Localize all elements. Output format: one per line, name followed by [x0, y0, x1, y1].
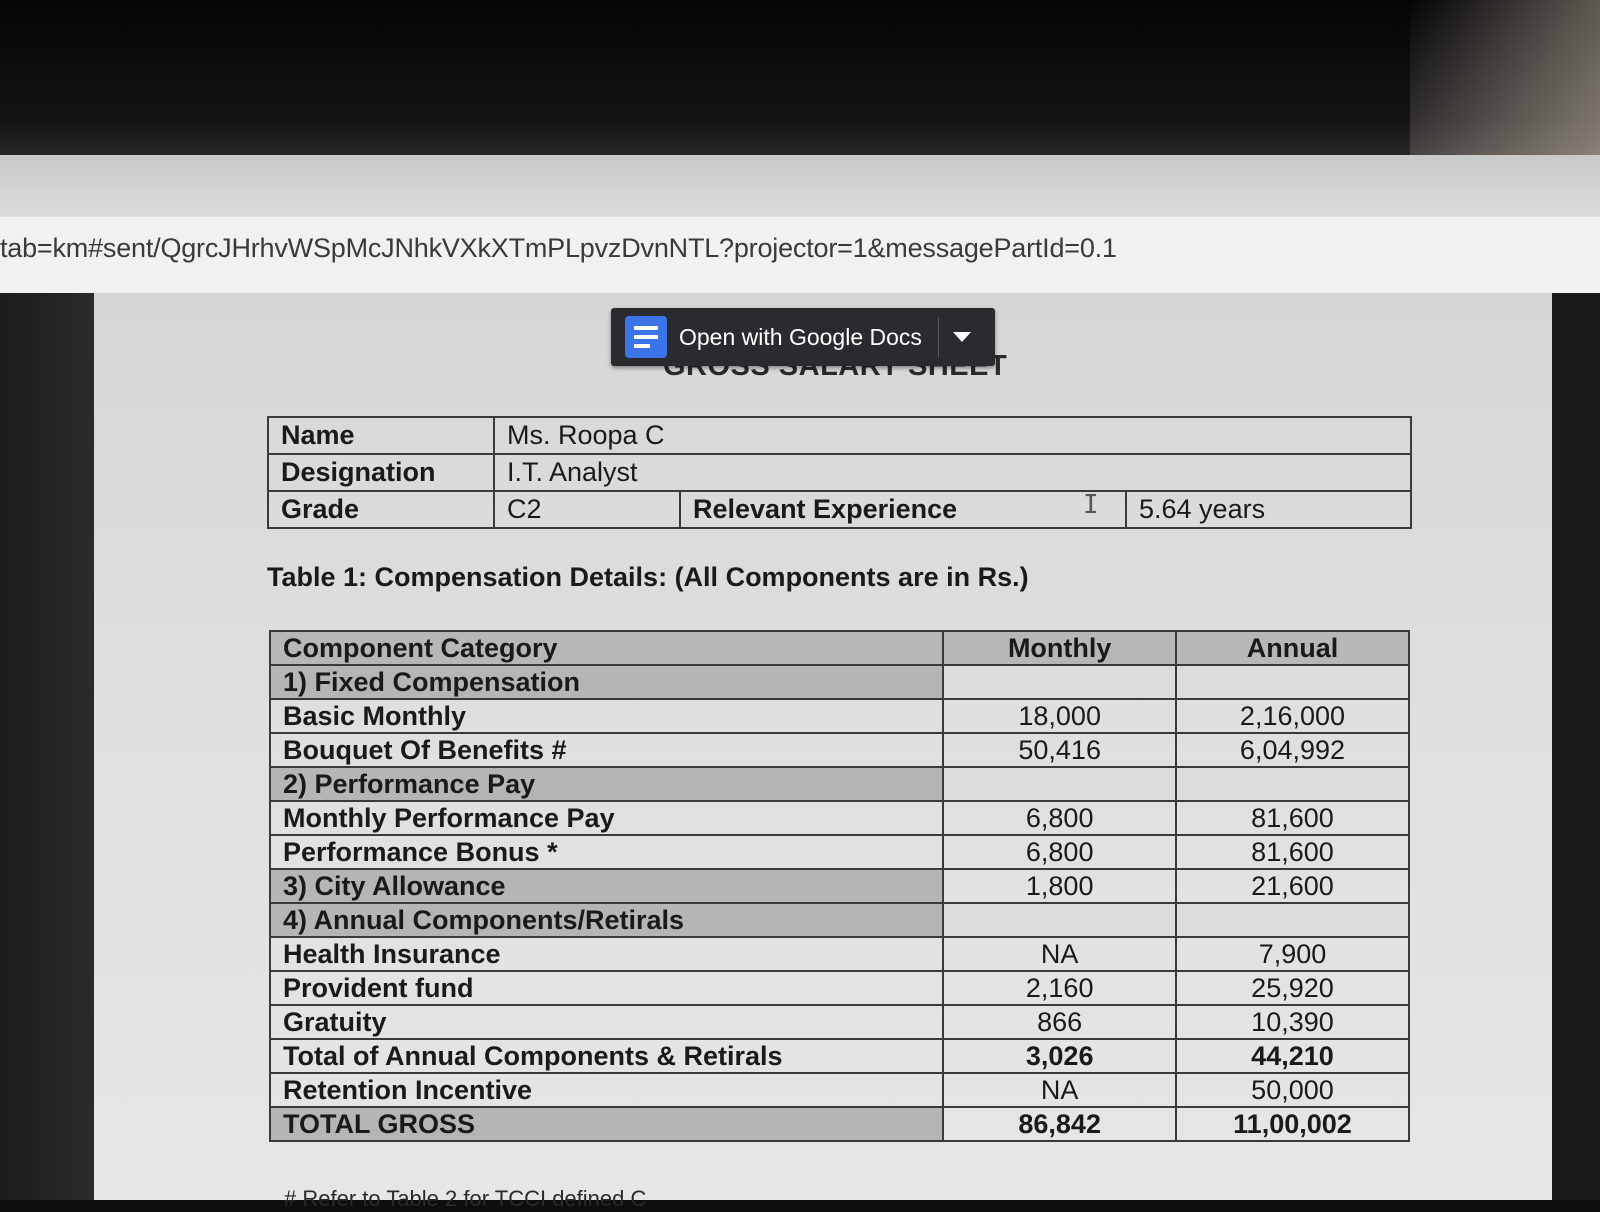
row-category: 2) Performance Pay — [268, 766, 945, 802]
table-row: Monthly Performance Pay 6,800 81,600 — [268, 800, 1411, 836]
text-cursor-icon: I — [1083, 490, 1099, 520]
viewer-right-edge — [1552, 293, 1600, 1200]
table-row: 2) Performance Pay — [268, 766, 1411, 802]
info-row-name: Name Ms. Roopa C — [267, 416, 1412, 455]
monitor-bezel — [0, 0, 1600, 160]
name-label: Name — [267, 416, 495, 455]
row-monthly: 1,800 — [942, 868, 1177, 904]
info-row-designation: Designation I.T. Analyst — [267, 453, 1412, 492]
url-text[interactable]: tab=km#sent/QgrcJHrhvWSpMcJNhkVXkXTmPLpv… — [0, 233, 1117, 264]
table-row: 4) Annual Components/Retirals — [268, 902, 1411, 938]
grade-value: C2 — [493, 490, 681, 529]
row-category: 3) City Allowance — [268, 868, 945, 904]
compensation-table: Component Category Monthly Annual 1) Fix… — [268, 630, 1411, 1142]
table-row: Performance Bonus * 6,800 81,600 — [268, 834, 1411, 870]
row-annual — [1174, 766, 1411, 802]
table-row: 3) City Allowance 1,800 21,600 — [268, 868, 1411, 904]
row-annual: 10,390 — [1174, 1004, 1411, 1040]
row-monthly: 866 — [942, 1004, 1177, 1040]
row-annual: 21,600 — [1174, 868, 1411, 904]
row-annual: 50,000 — [1174, 1072, 1411, 1108]
row-monthly: 3,026 — [942, 1038, 1177, 1074]
row-monthly — [942, 664, 1177, 700]
info-row-grade: Grade C2 Relevant Experience 5.64 years — [267, 490, 1412, 529]
row-annual: 2,16,000 — [1174, 698, 1411, 734]
row-category: TOTAL GROSS — [268, 1106, 945, 1142]
table-row: Total of Annual Components & Retirals 3,… — [268, 1038, 1411, 1074]
table-row: Health Insurance NA 7,900 — [268, 936, 1411, 972]
row-category: Basic Monthly — [268, 698, 945, 734]
row-category: Bouquet Of Benefits # — [268, 732, 945, 768]
browser-tab-strip — [0, 155, 1600, 217]
row-monthly — [942, 766, 1177, 802]
row-category: Health Insurance — [268, 936, 945, 972]
row-category: Performance Bonus * — [268, 834, 945, 870]
row-category: 1) Fixed Compensation — [268, 664, 945, 700]
row-monthly: NA — [942, 936, 1177, 972]
table-row: Basic Monthly 18,000 2,16,000 — [268, 698, 1411, 734]
row-monthly: NA — [942, 1072, 1177, 1108]
row-category: Total of Annual Components & Retirals — [268, 1038, 945, 1074]
row-monthly: 6,800 — [942, 834, 1177, 870]
table-row: TOTAL GROSS 86,842 11,00,002 — [268, 1106, 1411, 1142]
button-divider — [937, 317, 939, 357]
designation-label: Designation — [267, 453, 495, 492]
row-category: Provident fund — [268, 970, 945, 1006]
row-category: 4) Annual Components/Retirals — [268, 902, 945, 938]
table-row: Bouquet Of Benefits # 50,416 6,04,992 — [268, 732, 1411, 768]
address-bar[interactable]: tab=km#sent/QgrcJHrhvWSpMcJNhkVXkXTmPLpv… — [0, 217, 1600, 295]
row-monthly: 18,000 — [942, 698, 1177, 734]
employee-info-table: Name Ms. Roopa C Designation I.T. Analys… — [267, 416, 1412, 529]
google-docs-icon — [625, 316, 667, 358]
table-header-row: Component Category Monthly Annual — [268, 630, 1411, 666]
row-monthly: 2,160 — [942, 970, 1177, 1006]
row-category: Gratuity — [268, 1004, 945, 1040]
row-annual: 81,600 — [1174, 800, 1411, 836]
experience-value: 5.64 years — [1125, 490, 1412, 529]
experience-label: Relevant Experience — [679, 490, 1127, 529]
table-row: Gratuity 866 10,390 — [268, 1004, 1411, 1040]
row-monthly — [942, 902, 1177, 938]
row-annual — [1174, 902, 1411, 938]
table-row: 1) Fixed Compensation — [268, 664, 1411, 700]
table-caption: Table 1: Compensation Details: (All Comp… — [267, 562, 1029, 592]
row-monthly: 6,800 — [942, 800, 1177, 836]
column-header: Annual — [1174, 630, 1411, 666]
light-glare — [1410, 0, 1600, 160]
row-category: Retention Incentive — [268, 1072, 945, 1108]
row-annual: 81,600 — [1174, 834, 1411, 870]
open-with-label: Open with Google Docs — [679, 323, 922, 350]
column-header: Monthly — [942, 630, 1177, 666]
row-monthly: 86,842 — [942, 1106, 1177, 1142]
row-annual: 44,210 — [1174, 1038, 1411, 1074]
designation-value: I.T. Analyst — [493, 453, 1412, 492]
row-annual — [1174, 664, 1411, 700]
footnote: # Refer to Table 2 for TCCI defined C — [284, 1186, 647, 1211]
open-with-google-docs-button[interactable]: Open with Google Docs — [611, 308, 995, 366]
grade-label: Grade — [267, 490, 495, 529]
table-row: Retention Incentive NA 50,000 — [268, 1072, 1411, 1108]
name-value: Ms. Roopa C — [493, 416, 1412, 455]
table-row: Provident fund 2,160 25,920 — [268, 970, 1411, 1006]
row-monthly: 50,416 — [942, 732, 1177, 768]
row-annual: 25,920 — [1174, 970, 1411, 1006]
row-annual: 6,04,992 — [1174, 732, 1411, 768]
column-header: Component Category — [268, 630, 945, 666]
caret-down-icon[interactable] — [952, 332, 971, 342]
row-annual: 7,900 — [1174, 936, 1411, 972]
row-annual: 11,00,002 — [1174, 1106, 1411, 1142]
row-category: Monthly Performance Pay — [268, 800, 945, 836]
